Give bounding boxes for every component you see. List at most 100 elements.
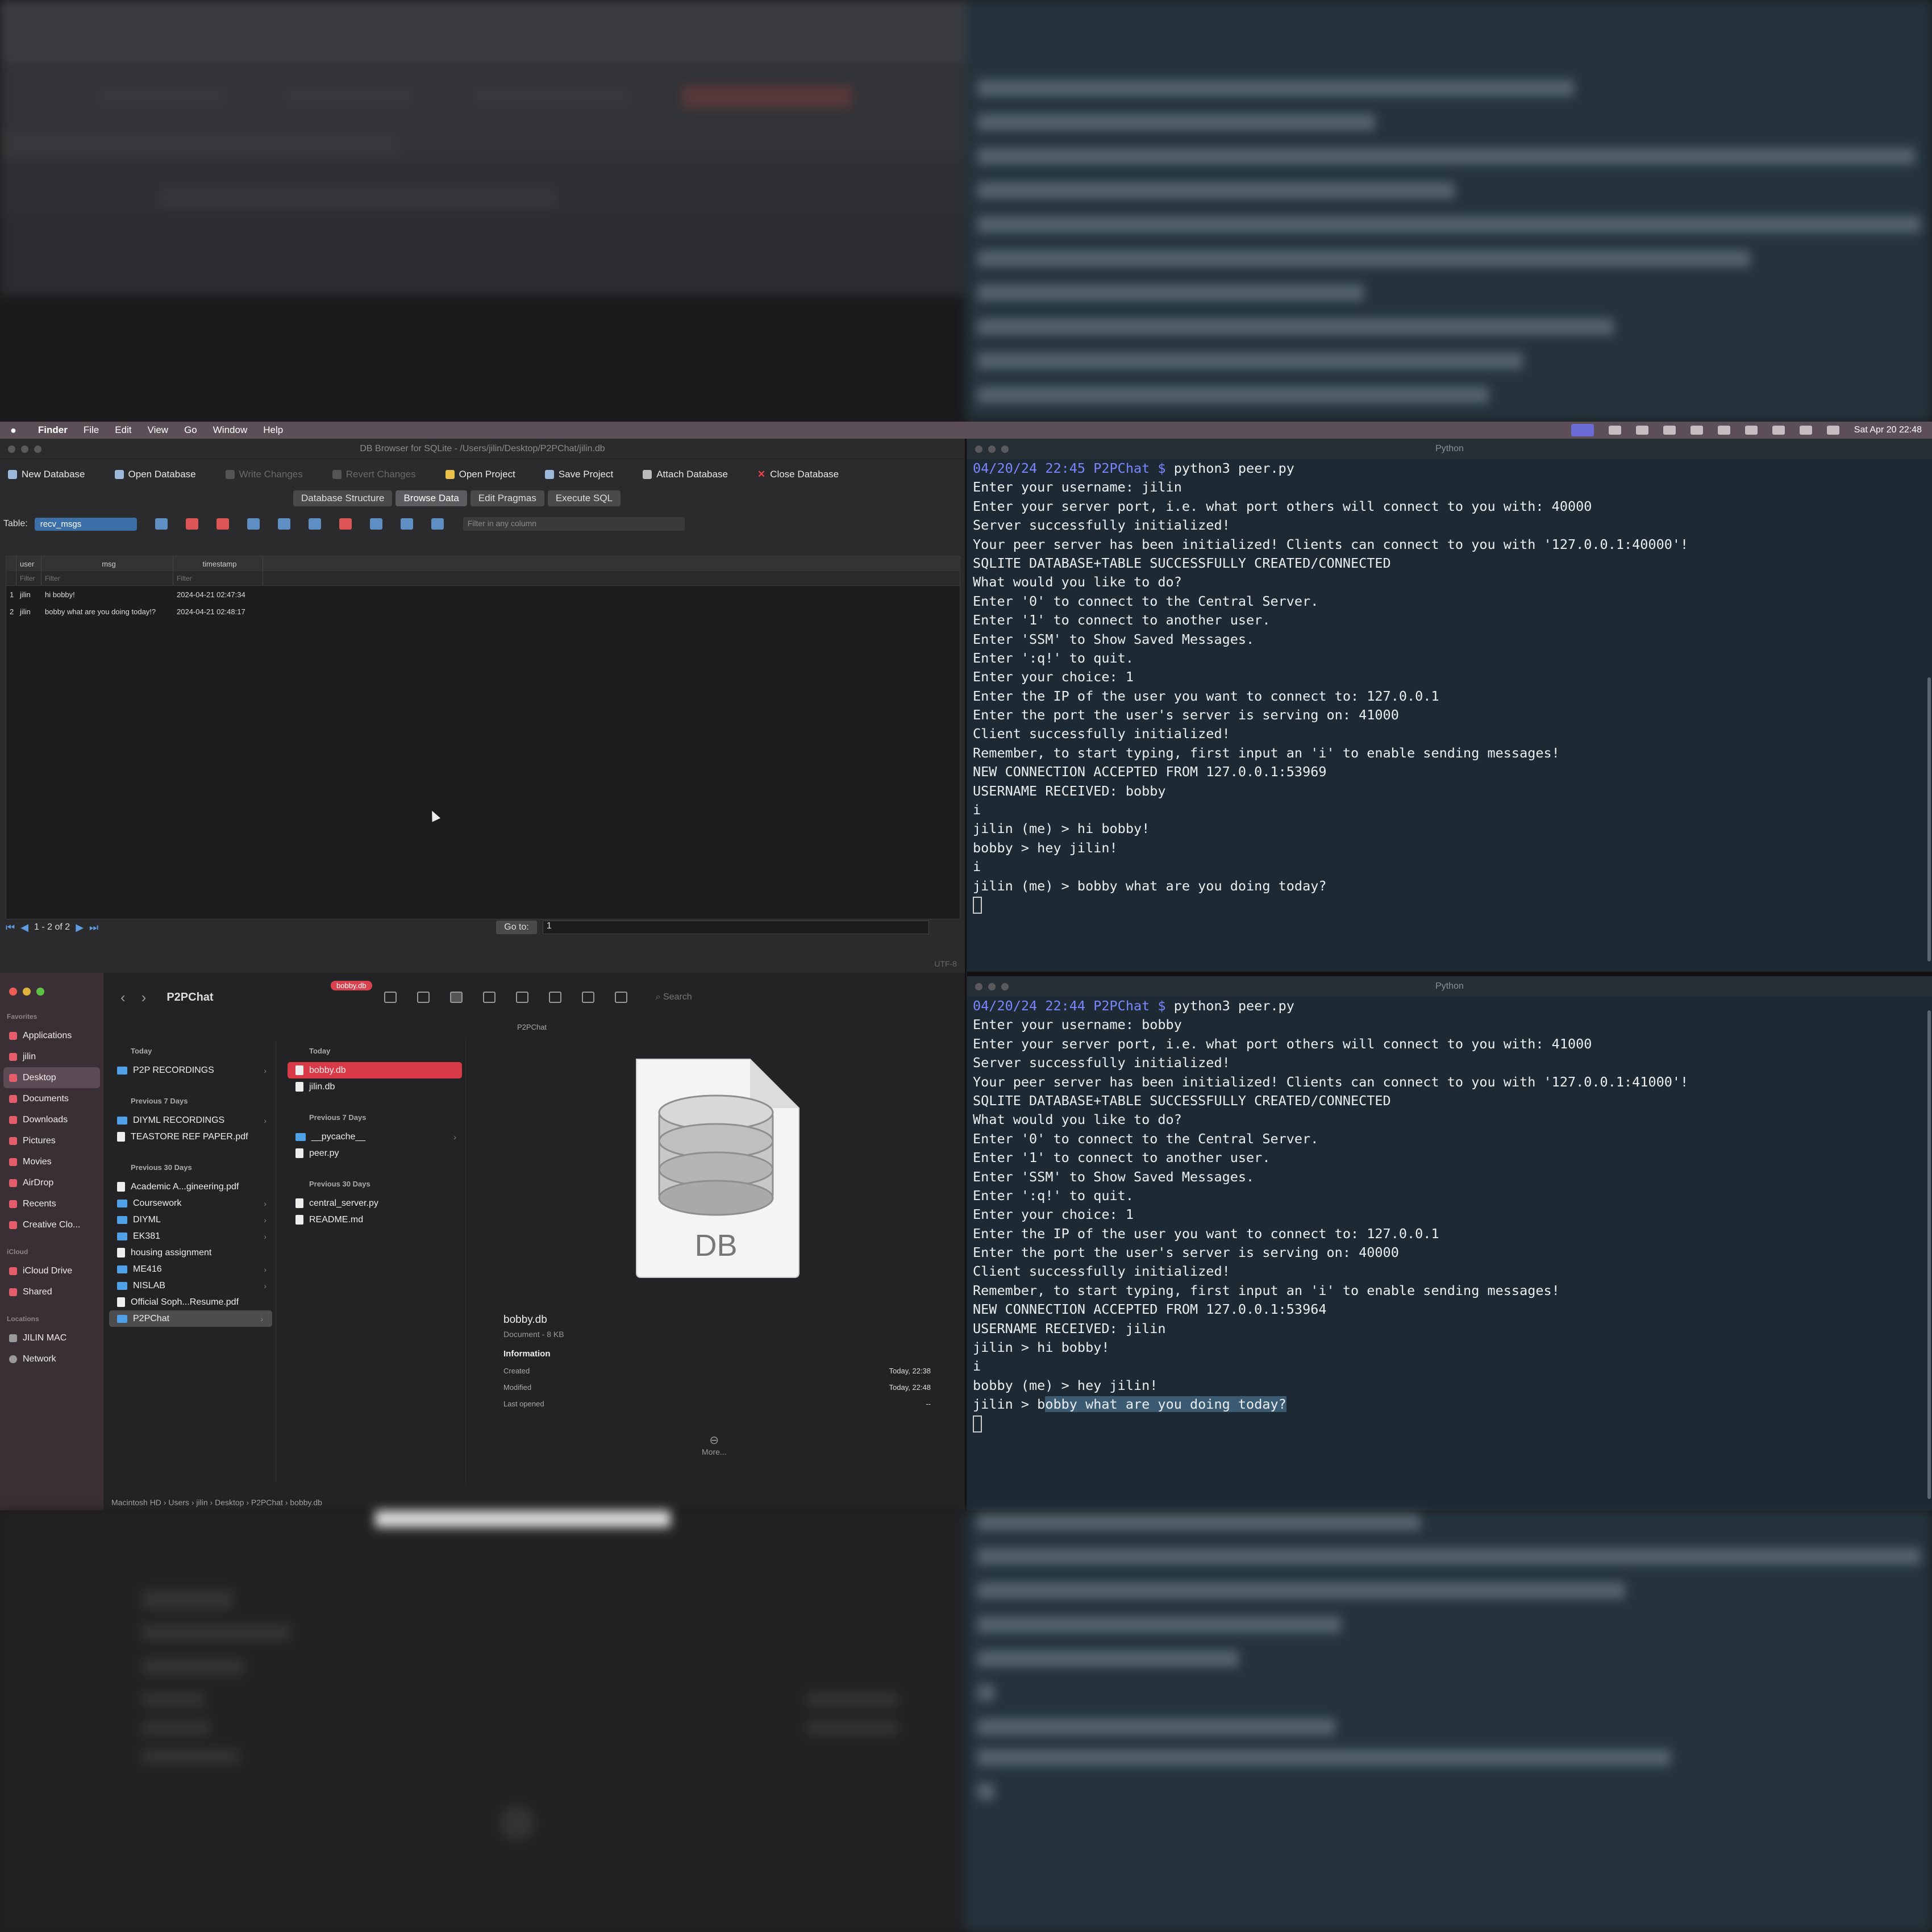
table-select[interactable]: recv_msgs	[34, 517, 137, 531]
menu-edit[interactable]: Edit	[115, 424, 131, 436]
terminal-window-bobby[interactable]: Python 04/20/24 22:44 P2PChat $ python3 …	[967, 976, 1932, 1510]
list-item[interactable]: DIYML ›	[106, 1211, 276, 1228]
menu-app-name[interactable]: Finder	[38, 424, 68, 436]
menu-help[interactable]: Help	[263, 424, 283, 436]
path-item[interactable]: Desktop	[215, 1498, 244, 1507]
text-color-icon[interactable]	[400, 518, 413, 530]
table-row[interactable]: 2 jilin bobby what are you doing today!?…	[6, 603, 960, 620]
list-item-selected[interactable]: P2PChat ›	[109, 1310, 272, 1327]
search-field[interactable]: ⌕ Search	[656, 992, 692, 1002]
goto-button[interactable]: Go to:	[496, 921, 537, 934]
previous-record-icon[interactable]: ◀	[20, 922, 28, 934]
window-controls[interactable]	[8, 445, 41, 453]
window-controls[interactable]	[0, 973, 103, 996]
list-item[interactable]: P2P RECORDINGS ›	[106, 1062, 276, 1079]
revert-changes-button[interactable]: Revert Changes	[332, 469, 416, 480]
clear-filters-icon[interactable]	[185, 518, 198, 530]
menu-go[interactable]: Go	[184, 424, 197, 436]
share-icon[interactable]	[548, 992, 561, 1003]
next-record-icon[interactable]: ▶	[76, 922, 84, 934]
path-item[interactable]: bobby.db	[290, 1498, 322, 1507]
print-icon[interactable]	[277, 518, 290, 530]
back-forward-icons[interactable]: ‹›	[120, 989, 162, 1006]
list-item[interactable]: peer.py	[284, 1145, 465, 1161]
insert-record-icon[interactable]	[308, 518, 321, 530]
path-item[interactable]: P2PChat	[251, 1498, 283, 1507]
open-project-button[interactable]: Open Project	[445, 469, 515, 480]
list-item[interactable]: DIYML RECORDINGS ›	[106, 1112, 276, 1129]
sidebar-item-creative-cloud[interactable]: Creative Clo...	[0, 1214, 103, 1235]
terminal-output[interactable]: 04/20/24 22:44 P2PChat $ python3 peer.py…	[967, 997, 1932, 1433]
more-button[interactable]: ⊖ More...	[702, 1433, 727, 1456]
path-item[interactable]: Macintosh HD	[111, 1498, 161, 1507]
cell-user[interactable]: jilin	[16, 607, 41, 616]
sidebar-item-applications[interactable]: Applications	[0, 1025, 103, 1046]
clock[interactable]: Sat Apr 20 22:48	[1854, 425, 1922, 435]
list-item[interactable]: Official Soph...Resume.pdf	[106, 1294, 276, 1310]
icon-view-icon[interactable]	[384, 992, 397, 1003]
refresh-icon[interactable]	[155, 518, 168, 530]
terminal-scrollbar[interactable]	[1927, 677, 1931, 961]
first-record-icon[interactable]: ⏮	[6, 922, 15, 934]
tab-edit-pragmas[interactable]: Edit Pragmas	[470, 490, 544, 506]
list-item-selected[interactable]: bobby.db	[288, 1062, 462, 1079]
background-color-icon[interactable]	[431, 518, 444, 530]
close-database-button[interactable]: ✕ Close Database	[757, 469, 839, 480]
sidebar-item-recents[interactable]: Recents	[0, 1193, 103, 1214]
cell-user[interactable]: jilin	[16, 590, 41, 599]
list-item[interactable]: TEASTORE REF PAPER.pdf	[106, 1129, 276, 1145]
menu-file[interactable]: File	[84, 424, 99, 436]
table-row[interactable]: 1 jilin hi bobby! 2024-04-21 02:47:34	[6, 586, 960, 603]
search-icon[interactable]	[1799, 426, 1812, 435]
keyboard-input-icon[interactable]	[1690, 426, 1703, 435]
more-actions-icon[interactable]	[614, 992, 627, 1003]
cell-msg[interactable]: bobby what are you doing today!?	[41, 607, 173, 616]
clear-sorting-icon[interactable]	[216, 518, 229, 530]
gallery-view-icon[interactable]	[482, 992, 496, 1003]
terminal-window-jilin[interactable]: Python 04/20/24 22:45 P2PChat $ python3 …	[967, 439, 1932, 972]
list-item[interactable]: Academic A...gineering.pdf	[106, 1179, 276, 1195]
list-item[interactable]: README.md	[284, 1211, 465, 1228]
sidebar-item-jilin[interactable]: jilin	[0, 1046, 103, 1067]
tab-database-structure[interactable]: Database Structure	[293, 490, 393, 506]
filter-user[interactable]: Filter	[16, 571, 41, 585]
sidebar-item-shared[interactable]: Shared	[0, 1281, 103, 1302]
tab-execute-sql[interactable]: Execute SQL	[547, 490, 621, 506]
list-item[interactable]: jilin.db	[284, 1079, 465, 1095]
last-record-icon[interactable]: ⏭	[89, 922, 98, 934]
column-header-user[interactable]: user	[16, 556, 41, 571]
sidebar-item-network[interactable]: Network	[0, 1348, 103, 1369]
list-item[interactable]: NISLAB ›	[106, 1277, 276, 1294]
cell-timestamp[interactable]: 2024-04-21 02:48:17	[173, 607, 263, 616]
mail-icon[interactable]	[1635, 426, 1648, 435]
wifi-icon[interactable]	[1772, 426, 1785, 435]
save-project-button[interactable]: Save Project	[544, 469, 613, 480]
sidebar-item-desktop[interactable]: Desktop	[3, 1067, 100, 1088]
selected-text[interactable]: obby what are you doing today?	[1045, 1396, 1286, 1413]
list-item[interactable]: EK381 ›	[106, 1228, 276, 1244]
filter-any-column-input[interactable]: Filter in any column	[463, 517, 685, 531]
tag-icon[interactable]	[581, 992, 594, 1003]
list-item[interactable]: central_server.py	[284, 1195, 465, 1211]
sidebar-item-downloads[interactable]: Downloads	[0, 1109, 103, 1130]
path-item[interactable]: jilin	[196, 1498, 207, 1507]
list-view-icon[interactable]	[417, 992, 430, 1003]
play-icon[interactable]	[1717, 426, 1730, 435]
group-icon[interactable]	[515, 992, 528, 1003]
write-changes-button[interactable]: Write Changes	[225, 469, 303, 480]
screen-record-icon[interactable]	[1571, 424, 1594, 436]
open-database-button[interactable]: Open Database	[114, 469, 196, 480]
column-header-msg[interactable]: msg	[41, 556, 173, 571]
filter-msg[interactable]: Filter	[41, 571, 173, 585]
attach-database-button[interactable]: Attach Database	[643, 469, 728, 480]
new-database-button[interactable]: New Database	[8, 469, 85, 480]
apple-icon[interactable]: ●	[10, 424, 16, 436]
sidebar-item-movies[interactable]: Movies	[0, 1151, 103, 1172]
messages-icon[interactable]	[1608, 426, 1621, 435]
menu-window[interactable]: Window	[213, 424, 247, 436]
save-filter-icon[interactable]	[247, 518, 260, 530]
column-view-icon[interactable]	[449, 992, 463, 1003]
window-controls[interactable]	[975, 983, 1009, 990]
sidebar-item-airdrop[interactable]: AirDrop	[0, 1172, 103, 1193]
sidebar-item-jilin-mac[interactable]: JILIN MAC	[0, 1327, 103, 1348]
